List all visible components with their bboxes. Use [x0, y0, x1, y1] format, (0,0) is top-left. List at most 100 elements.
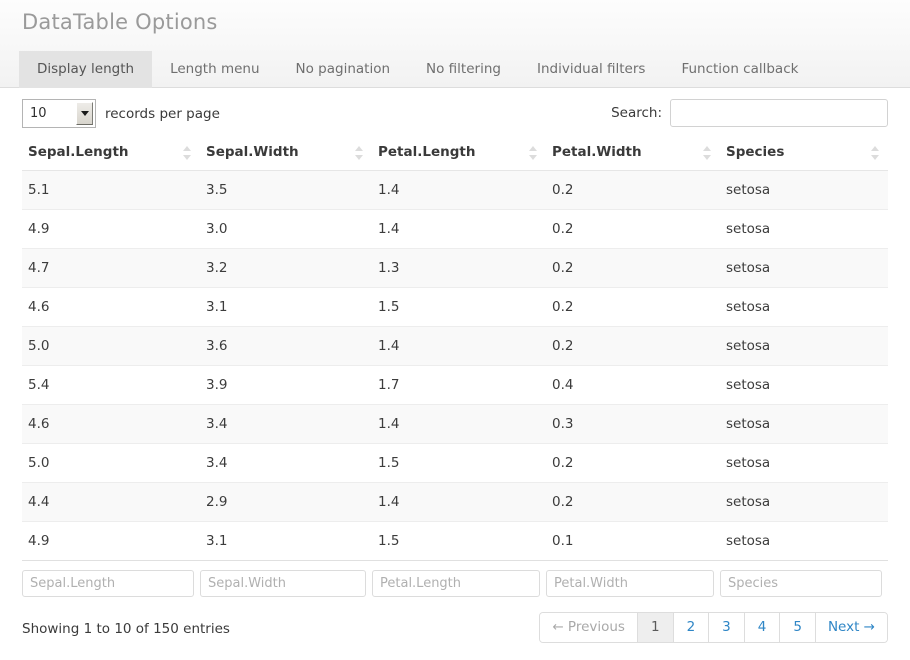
- table-cell: setosa: [720, 405, 888, 444]
- table-cell: 1.4: [372, 405, 546, 444]
- table-cell: setosa: [720, 288, 888, 327]
- column-header-petal-length[interactable]: Petal.Length: [372, 135, 546, 171]
- table-controls: 10 records per page Search:: [0, 88, 910, 135]
- column-header-label: Sepal.Width: [206, 144, 299, 160]
- table-cell: 0.2: [546, 444, 720, 483]
- table-cell: 4.6: [22, 288, 200, 327]
- search-input[interactable]: [670, 99, 888, 127]
- table-cell: 1.5: [372, 522, 546, 561]
- records-per-page-select[interactable]: 10: [22, 99, 96, 128]
- page-title: DataTable Options: [0, 0, 910, 47]
- pagination-previous: ← Previous: [540, 613, 637, 642]
- table-row[interactable]: 5.43.91.70.4setosa: [22, 366, 888, 405]
- table-cell: setosa: [720, 171, 888, 210]
- page-header: DataTable Options Display lengthLength m…: [0, 0, 910, 88]
- column-header-label: Species: [726, 144, 784, 160]
- column-header-label: Sepal.Length: [28, 144, 129, 160]
- column-filter-petal-width[interactable]: [546, 570, 714, 597]
- pagination-page-4[interactable]: 4: [744, 613, 780, 642]
- filter-cell: [720, 561, 888, 605]
- table-cell: 1.5: [372, 288, 546, 327]
- sort-both-icon[interactable]: [355, 145, 364, 161]
- tab-display-length[interactable]: Display length: [19, 51, 152, 89]
- table-cell: 5.0: [22, 444, 200, 483]
- table-cell: 3.2: [200, 249, 372, 288]
- table-cell: 4.7: [22, 249, 200, 288]
- tab-bar: Display lengthLength menuNo paginationNo…: [0, 47, 910, 88]
- tab-no-pagination[interactable]: No pagination: [278, 51, 409, 89]
- table-cell: 1.4: [372, 171, 546, 210]
- table-cell: 5.0: [22, 327, 200, 366]
- table-cell: 1.5: [372, 444, 546, 483]
- search-control: Search:: [611, 99, 888, 127]
- tab-individual-filters[interactable]: Individual filters: [519, 51, 663, 89]
- table-cell: setosa: [720, 366, 888, 405]
- table-cell: 1.3: [372, 249, 546, 288]
- table-cell: 3.4: [200, 444, 372, 483]
- tab-no-filtering[interactable]: No filtering: [408, 51, 519, 89]
- chevron-down-icon[interactable]: [76, 102, 93, 125]
- table-cell: 3.0: [200, 210, 372, 249]
- column-filter-species[interactable]: [720, 570, 882, 597]
- pagination-next[interactable]: Next →: [815, 613, 887, 642]
- table-cell: 0.2: [546, 249, 720, 288]
- table-body: 5.13.51.40.2setosa4.93.01.40.2setosa4.73…: [22, 171, 888, 561]
- table-cell: setosa: [720, 249, 888, 288]
- tab-function-callback[interactable]: Function callback: [663, 51, 816, 89]
- sort-both-icon[interactable]: [529, 145, 538, 161]
- table-cell: 3.1: [200, 522, 372, 561]
- table-row[interactable]: 5.13.51.40.2setosa: [22, 171, 888, 210]
- table-cell: 4.6: [22, 405, 200, 444]
- table-cell: 1.4: [372, 327, 546, 366]
- table-cell: 0.2: [546, 171, 720, 210]
- table-row[interactable]: 5.03.61.40.2setosa: [22, 327, 888, 366]
- table-bottom-bar: Showing 1 to 10 of 150 entries ← Previou…: [0, 604, 910, 654]
- pagination: ← Previous12345Next →: [539, 612, 888, 643]
- table-row[interactable]: 5.03.41.50.2setosa: [22, 444, 888, 483]
- pagination-page-2[interactable]: 2: [673, 613, 709, 642]
- tab-length-menu[interactable]: Length menu: [152, 51, 277, 89]
- table-row[interactable]: 4.63.11.50.2setosa: [22, 288, 888, 327]
- records-per-page-value: 10: [23, 106, 47, 121]
- table-cell: 4.9: [22, 522, 200, 561]
- table-foot: [22, 561, 888, 605]
- sort-both-icon[interactable]: [183, 145, 192, 161]
- sort-both-icon[interactable]: [871, 145, 880, 161]
- table-head: Sepal.Length Sepal.Width Petal.Length Petal…: [22, 135, 888, 171]
- table-row[interactable]: 4.93.11.50.1setosa: [22, 522, 888, 561]
- table-cell: setosa: [720, 210, 888, 249]
- column-header-species[interactable]: Species: [720, 135, 888, 171]
- table-cell: 5.1: [22, 171, 200, 210]
- table-row[interactable]: 4.63.41.40.3setosa: [22, 405, 888, 444]
- table-cell: 3.1: [200, 288, 372, 327]
- table-cell: 0.2: [546, 483, 720, 522]
- pagination-page-3[interactable]: 3: [708, 613, 744, 642]
- column-filter-sepal-width[interactable]: [200, 570, 366, 597]
- column-header-sepal-width[interactable]: Sepal.Width: [200, 135, 372, 171]
- column-header-petal-width[interactable]: Petal.Width: [546, 135, 720, 171]
- pagination-page-5[interactable]: 5: [779, 613, 815, 642]
- header-row: Sepal.Length Sepal.Width Petal.Length Petal…: [22, 135, 888, 171]
- filter-row: [22, 561, 888, 605]
- filter-cell: [372, 561, 546, 605]
- records-per-page-label: records per page: [105, 106, 220, 122]
- table-cell: setosa: [720, 444, 888, 483]
- pagination-page-1: 1: [637, 613, 673, 642]
- table-cell: 4.9: [22, 210, 200, 249]
- table-row[interactable]: 4.93.01.40.2setosa: [22, 210, 888, 249]
- column-filter-petal-length[interactable]: [372, 570, 540, 597]
- table-cell: 0.4: [546, 366, 720, 405]
- column-header-label: Petal.Length: [378, 144, 475, 160]
- table-cell: setosa: [720, 327, 888, 366]
- table-cell: 1.7: [372, 366, 546, 405]
- table-cell: 0.2: [546, 210, 720, 249]
- table-cell: 1.4: [372, 210, 546, 249]
- column-header-sepal-length[interactable]: Sepal.Length: [22, 135, 200, 171]
- length-control: 10 records per page: [22, 99, 220, 128]
- table-cell: 0.3: [546, 405, 720, 444]
- column-filter-sepal-length[interactable]: [22, 570, 194, 597]
- sort-both-icon[interactable]: [703, 145, 712, 161]
- table-row[interactable]: 4.42.91.40.2setosa: [22, 483, 888, 522]
- table-row[interactable]: 4.73.21.30.2setosa: [22, 249, 888, 288]
- table-cell: setosa: [720, 522, 888, 561]
